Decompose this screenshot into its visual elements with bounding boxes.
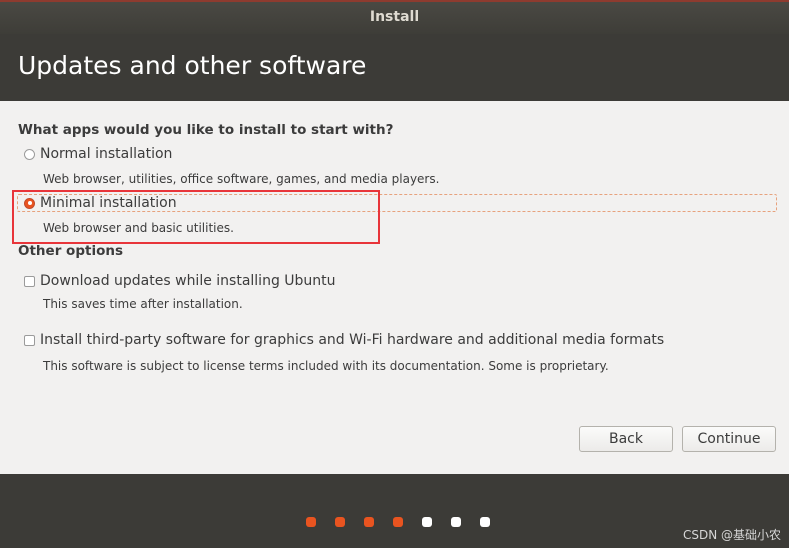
download-updates-checkbox[interactable] xyxy=(24,275,35,287)
progress-indicator xyxy=(306,517,509,527)
progress-footer: CSDN @基础小农 xyxy=(0,474,789,548)
normal-installation-label[interactable]: Normal installation xyxy=(40,146,172,162)
back-button[interactable]: Back xyxy=(579,426,673,452)
install-type-question: What apps would you like to install to s… xyxy=(18,122,394,138)
main-content: What apps would you like to install to s… xyxy=(0,101,789,474)
progress-dot-pending xyxy=(422,517,432,527)
window-title: Install xyxy=(369,9,420,25)
highlight-annotation-box xyxy=(12,190,380,244)
progress-dot-pending xyxy=(480,517,490,527)
normal-installation-option[interactable]: Normal installation xyxy=(18,144,172,164)
progress-dot-completed xyxy=(306,517,316,527)
page-header: Updates and other software xyxy=(0,34,789,101)
progress-dot-completed xyxy=(364,517,374,527)
third-party-software-checkbox[interactable] xyxy=(24,334,35,346)
download-updates-label[interactable]: Download updates while installing Ubuntu xyxy=(40,273,336,289)
third-party-software-description: This software is subject to license term… xyxy=(43,359,609,373)
normal-installation-description: Web browser, utilities, office software,… xyxy=(43,172,440,186)
download-updates-description: This saves time after installation. xyxy=(43,297,243,311)
progress-dot-completed xyxy=(335,517,345,527)
page-title: Updates and other software xyxy=(18,51,367,80)
continue-button[interactable]: Continue xyxy=(682,426,776,452)
window-titlebar: Install xyxy=(0,0,789,34)
third-party-software-label[interactable]: Install third-party software for graphic… xyxy=(40,332,664,348)
normal-installation-radio[interactable] xyxy=(24,148,35,160)
download-updates-option[interactable]: Download updates while installing Ubuntu xyxy=(18,271,336,291)
third-party-software-option[interactable]: Install third-party software for graphic… xyxy=(18,330,664,350)
progress-dot-completed xyxy=(393,517,403,527)
watermark: CSDN @基础小农 xyxy=(682,528,781,542)
other-options-heading: Other options xyxy=(18,243,123,259)
progress-dot-pending xyxy=(451,517,461,527)
